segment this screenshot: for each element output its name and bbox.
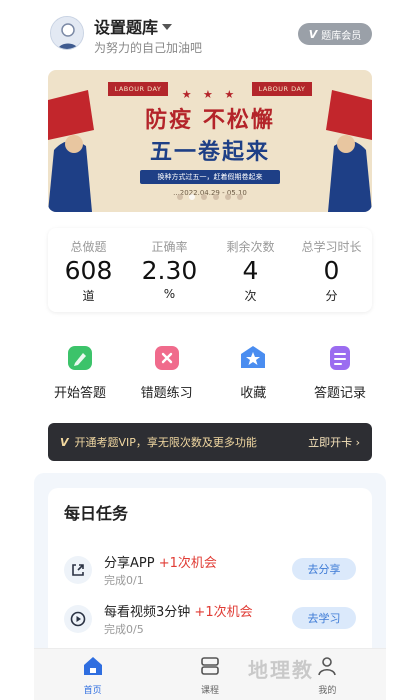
stat-remaining: 剩余次数 4 次 bbox=[210, 228, 291, 312]
action-label: 收藏 bbox=[240, 386, 267, 401]
stat-value: 0 bbox=[323, 256, 340, 285]
stats-card: 总做题 608 道 正确率 2.30 % 剩余次数 4 次 总学习时长 0 分 bbox=[48, 228, 372, 312]
action-label: 开始答题 bbox=[53, 386, 106, 401]
promo-banner[interactable]: LABOUR DAY LABOUR DAY ★ ★ ★ 防疫 不松懈 五一卷起来… bbox=[48, 70, 372, 212]
banner-stars: ★ ★ ★ bbox=[181, 88, 239, 101]
vip-v-icon: V bbox=[308, 27, 318, 41]
carousel-dot[interactable] bbox=[201, 194, 207, 200]
nav-label: 我的 bbox=[318, 686, 337, 696]
course-icon bbox=[201, 657, 219, 675]
quick-actions: 开始答题 错题练习 收藏 答题记录 bbox=[40, 344, 380, 401]
stat-unit: 道 bbox=[82, 289, 95, 303]
stat-label: 总做题 bbox=[70, 240, 107, 254]
carousel-dot[interactable] bbox=[213, 194, 219, 200]
stat-unit: % bbox=[163, 287, 176, 301]
go-share-button[interactable]: 去分享 bbox=[292, 558, 356, 580]
carousel-dot[interactable] bbox=[177, 194, 183, 200]
member-badge-label: 题库会员 bbox=[321, 30, 362, 42]
share-icon bbox=[64, 556, 92, 584]
stat-value: 4 bbox=[242, 256, 259, 285]
carousel-dot[interactable] bbox=[225, 194, 231, 200]
stat-unit: 次 bbox=[244, 289, 257, 303]
banner-pill: 换种方式过五一，赶着假期卷起来 bbox=[140, 170, 280, 184]
vip-banner[interactable]: V 开通考题VIP，享无限次数及更多功能 立即开卡 › bbox=[48, 423, 372, 461]
go-study-button[interactable]: 去学习 bbox=[292, 607, 356, 629]
banner-headline: 防疫 不松懈 bbox=[145, 107, 275, 133]
task-progress: 完成0/5 bbox=[104, 623, 144, 636]
task-name-text: 分享APP bbox=[104, 556, 155, 571]
nav-home[interactable]: 首页 bbox=[34, 649, 151, 700]
action-label: 答题记录 bbox=[313, 386, 366, 401]
task-bonus: +1次机会 bbox=[194, 605, 253, 620]
caret-down-icon bbox=[162, 24, 173, 30]
stat-value: 2.30 bbox=[141, 256, 198, 285]
page-title: 设置题库 bbox=[94, 18, 159, 37]
carousel-dots[interactable] bbox=[48, 194, 372, 200]
stat-accuracy: 正确率 2.30 % bbox=[129, 228, 210, 312]
banner-subheadline: 五一卷起来 bbox=[149, 139, 270, 165]
user-avatar-icon bbox=[51, 17, 83, 49]
task-bonus: +1次机会 bbox=[158, 556, 217, 571]
stat-study-time: 总学习时长 0 分 bbox=[291, 228, 372, 312]
star-icon bbox=[241, 346, 266, 368]
question-bank-selector[interactable]: 设置题库 bbox=[94, 14, 173, 38]
task-name-text: 每看视频3分钟 bbox=[104, 605, 191, 620]
stat-label: 剩余次数 bbox=[226, 240, 275, 254]
profile-icon bbox=[318, 657, 337, 676]
bottom-nav: 首页 课程 我的 bbox=[34, 648, 386, 700]
task-item: 每看视频3分钟 +1次机会 完成0/5 去学习 bbox=[64, 601, 364, 641]
wrong-icon bbox=[154, 346, 179, 370]
nav-label: 首页 bbox=[83, 686, 102, 696]
stat-label: 总学习时长 bbox=[301, 240, 362, 254]
watermark: 地理教 bbox=[248, 658, 314, 682]
task-name: 每看视频3分钟 +1次机会 bbox=[104, 601, 253, 620]
daily-tasks-title: 每日任务 bbox=[64, 504, 129, 523]
stat-unit: 分 bbox=[325, 289, 338, 303]
home-icon bbox=[83, 657, 102, 675]
action-label: 错题练习 bbox=[140, 386, 193, 401]
stat-label: 正确率 bbox=[151, 240, 188, 254]
task-name: 分享APP +1次机会 bbox=[104, 552, 217, 571]
nav-label: 课程 bbox=[200, 686, 219, 696]
avatar[interactable] bbox=[50, 16, 84, 50]
pencil-icon bbox=[68, 346, 92, 370]
answer-record-button[interactable]: 答题记录 bbox=[300, 344, 380, 401]
vip-v-icon: V bbox=[60, 435, 69, 449]
task-progress: 完成0/1 bbox=[104, 574, 144, 587]
open-card-button[interactable]: 立即开卡 › bbox=[308, 434, 360, 450]
start-answering-button[interactable]: 开始答题 bbox=[40, 344, 120, 401]
favorites-button[interactable]: 收藏 bbox=[213, 344, 293, 401]
record-icon bbox=[329, 346, 350, 370]
stat-total-questions: 总做题 608 道 bbox=[48, 228, 129, 312]
task-item: 分享APP +1次机会 完成0/1 去分享 bbox=[64, 552, 364, 592]
vip-text: 开通考题VIP，享无限次数及更多功能 bbox=[74, 436, 257, 449]
play-icon bbox=[64, 605, 92, 633]
wrong-question-practice-button[interactable]: 错题练习 bbox=[127, 344, 207, 401]
member-badge[interactable]: V 题库会员 bbox=[298, 23, 372, 45]
carousel-dot[interactable] bbox=[237, 194, 243, 200]
carousel-dot[interactable] bbox=[189, 194, 195, 200]
header-subtitle: 为努力的自己加油吧 bbox=[94, 41, 203, 55]
header: 设置题库 为努力的自己加油吧 V 题库会员 bbox=[0, 0, 420, 70]
stat-value: 608 bbox=[64, 256, 113, 285]
